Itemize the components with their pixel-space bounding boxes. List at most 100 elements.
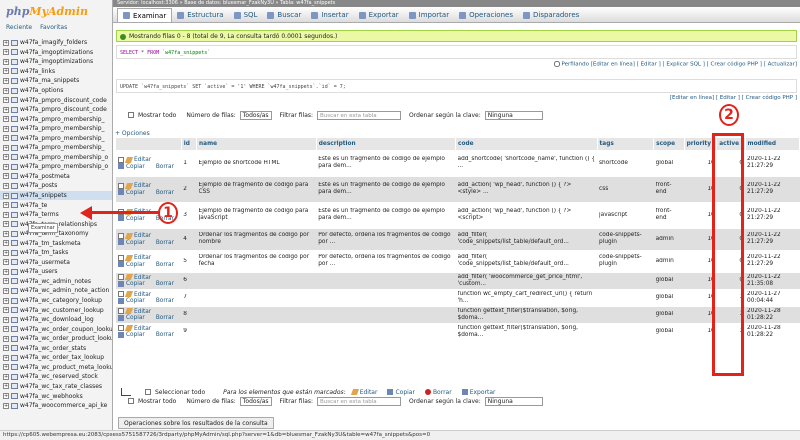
options-link[interactable]: + Opciones — [115, 130, 150, 137]
cell-code[interactable]: add_filter( 'woocommerce_get_price_html'… — [455, 271, 598, 289]
sidebar-table-item[interactable]: + w47fa_wc_reserved_stock — [0, 372, 112, 382]
cell-id[interactable]: 3 — [181, 201, 197, 228]
cell-code[interactable]: function wc_empty_cart_redirect_url() { … — [455, 288, 598, 306]
expand-icon[interactable]: + — [3, 173, 9, 180]
cell-scope[interactable]: global — [653, 322, 685, 340]
row-checkbox[interactable] — [118, 254, 124, 261]
sidebar-table-item[interactable]: + w47fa_snippets — [0, 190, 112, 201]
sidebar-table-item[interactable]: + w47fa_tm_taskmeta — [0, 238, 112, 248]
sidebar-table-item[interactable]: + w47fa_wc_order_coupon_lookup — [0, 324, 112, 334]
tab-recent[interactable]: Reciente — [6, 24, 32, 32]
cell-tags[interactable]: code-snippets-plugin — [597, 249, 654, 272]
cell-description[interactable]: Este es un fragmento de código de ejempl… — [316, 175, 456, 202]
cell-scope[interactable]: global — [653, 288, 685, 306]
delete-button[interactable]: Borrar — [148, 332, 174, 338]
sidebar-table-item[interactable]: + w47fa_wc_admin_notes — [0, 277, 112, 287]
expand-icon[interactable]: + — [3, 383, 9, 390]
column-header-scope[interactable]: scope — [653, 138, 685, 150]
sidebar-table-item[interactable]: + w47fa_wc_order_product_lookup — [0, 334, 112, 344]
cell-code[interactable]: function gettext_filter($translation, $o… — [455, 322, 598, 340]
cell-tags[interactable]: shortcode — [597, 149, 654, 176]
tab-import[interactable]: Importar — [404, 8, 454, 22]
expand-icon[interactable]: + — [3, 326, 9, 333]
cell-description[interactable] — [316, 271, 456, 289]
update-query-box[interactable]: UPDATE `w47fa_snippets` SET `active` = '… — [116, 79, 797, 93]
row-checkbox[interactable] — [118, 325, 124, 331]
row-checkbox[interactable] — [118, 308, 124, 314]
tab-search[interactable]: Buscar — [262, 8, 306, 22]
sidebar-table-item[interactable]: + w47fa_wc_webhooks — [0, 391, 112, 401]
cell-scope[interactable]: admin — [653, 227, 685, 250]
sidebar-table-item[interactable]: + w47fa_pmpro_membership_ — [0, 114, 112, 124]
tab-export[interactable]: Exportar — [354, 8, 404, 22]
query-links[interactable]: Perfilando [Editar en línea] [ Editar ] … — [553, 61, 797, 68]
cell-code[interactable]: add_action( 'wp_head', function () { ?> … — [455, 201, 598, 228]
expand-icon[interactable]: + — [3, 163, 9, 170]
expand-icon[interactable]: + — [3, 335, 9, 342]
expand-icon[interactable]: + — [3, 49, 9, 56]
tab-sql[interactable]: SQL — [229, 8, 263, 22]
cell-modified[interactable]: 2020-11-28 01:28:22 — [745, 305, 800, 323]
sidebar-table-item[interactable]: + w47fa_wc_order_stats — [0, 344, 112, 354]
expand-icon[interactable]: + — [3, 182, 9, 189]
cell-name[interactable]: Ejemplo de fragmento de código para CSS — [196, 175, 317, 202]
cell-scope[interactable]: global — [653, 271, 685, 289]
cell-scope[interactable]: front-end — [653, 201, 685, 228]
cell-name[interactable] — [196, 322, 317, 340]
expand-icon[interactable]: + — [3, 154, 9, 161]
cell-description[interactable] — [316, 322, 456, 340]
copy-button[interactable]: Copiar — [118, 280, 145, 287]
expand-icon[interactable]: + — [3, 58, 9, 65]
cell-modified[interactable]: 2020-11-22 21:27:29 — [745, 175, 800, 202]
row-checkbox[interactable] — [118, 274, 124, 280]
expand-icon[interactable]: + — [3, 259, 9, 266]
expand-icon[interactable]: + — [3, 202, 9, 209]
row-checkbox[interactable] — [118, 291, 124, 297]
cell-id[interactable]: 8 — [181, 305, 197, 323]
cell-description[interactable] — [316, 288, 456, 306]
tab-browse[interactable]: Examinar — [117, 8, 173, 22]
expand-icon[interactable]: + — [3, 287, 9, 294]
sidebar-table-item[interactable]: + w47fa_wc_admin_note_action — [0, 286, 112, 296]
sidebar-table-item[interactable]: + w47fa_usermeta — [0, 258, 112, 268]
row-checkbox[interactable] — [118, 232, 124, 239]
cell-description[interactable]: Por defecto, ordena los fragmentos de có… — [316, 227, 456, 250]
sidebar-table-item[interactable]: + w47fa_imgoptimizations — [0, 48, 112, 58]
expand-icon[interactable]: + — [3, 278, 9, 285]
column-header-description[interactable]: description — [316, 138, 457, 150]
expand-icon[interactable]: + — [3, 402, 9, 409]
delete-button[interactable]: Borrar — [148, 315, 174, 321]
expand-icon[interactable]: + — [3, 125, 9, 132]
cell-tags[interactable]: css — [597, 175, 654, 202]
cell-name[interactable]: Ejemplo de shortcode HTML — [196, 149, 317, 176]
cell-name[interactable]: Ordenar los fragmentos de código por fec… — [196, 249, 317, 272]
column-header-name[interactable]: name — [196, 138, 317, 150]
sidebar-table-item[interactable]: + w47fa_links — [0, 67, 112, 77]
cell-id[interactable]: 2 — [181, 175, 197, 202]
copy-button[interactable]: Copiar — [118, 314, 145, 321]
cell-code[interactable]: add_shortcode( 'shortcode_name', functio… — [455, 149, 598, 176]
cell-name[interactable]: Ordenar los fragmentos de código por nom… — [196, 227, 317, 250]
cell-modified[interactable]: 2020-11-27 00:04:44 — [745, 288, 800, 306]
tab-insert[interactable]: Insertar — [306, 8, 353, 22]
expand-icon[interactable]: + — [3, 373, 9, 380]
cell-description[interactable]: Este es un fragmento de código de ejempl… — [316, 201, 456, 228]
sidebar-table-item[interactable]: + w47fa_posts — [0, 181, 112, 191]
expand-icon[interactable]: + — [3, 393, 9, 399]
sidebar-table-item[interactable]: + w47fa_woocommerce_api_ke — [0, 401, 112, 411]
cell-code[interactable]: add_action( 'wp_head', function () { ?> … — [455, 175, 598, 202]
expand-icon[interactable]: + — [3, 144, 9, 151]
expand-icon[interactable]: + — [3, 68, 9, 75]
expand-icon[interactable]: + — [3, 230, 9, 237]
cell-id[interactable]: 9 — [181, 322, 197, 340]
cell-name[interactable] — [196, 288, 317, 306]
sidebar-table-item[interactable]: + w47fa_wc_product_meta_lookup — [0, 363, 112, 373]
cell-description[interactable] — [316, 305, 456, 323]
cell-code[interactable]: function gettext_filter($translation, $o… — [455, 305, 598, 323]
expand-icon[interactable]: + — [3, 87, 9, 94]
sidebar-table-item[interactable]: + w47fa_wc_order_tax_lookup — [0, 353, 112, 363]
copy-button[interactable]: Copiar — [118, 297, 145, 304]
tab-operations[interactable]: Operaciones — [454, 8, 518, 22]
sidebar-table-item[interactable]: + w47fa_postmeta — [0, 172, 112, 182]
sort-select-bottom[interactable]: Ninguna — [484, 396, 543, 406]
